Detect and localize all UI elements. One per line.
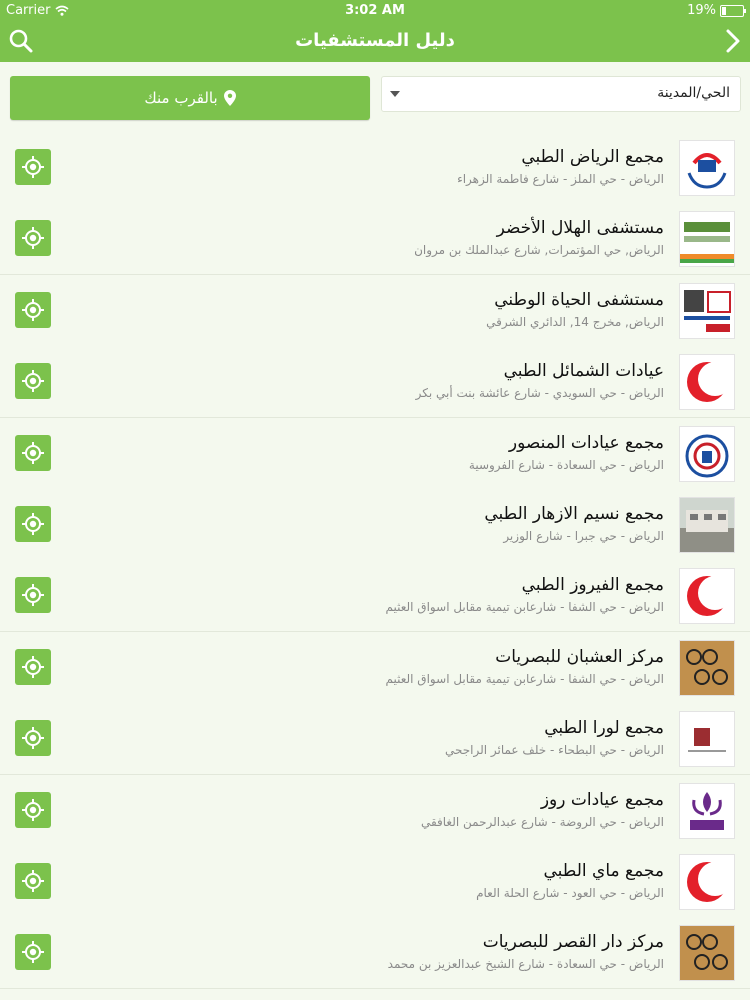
map-locate-button[interactable]	[15, 291, 51, 328]
target-location-icon	[22, 584, 44, 607]
list-item[interactable]: مركز العشبان للبصريات الرياض - حي الشفا …	[0, 631, 750, 704]
list-item[interactable]: مجمع الرياض الطبي الرياض - حي الملز - شا…	[0, 132, 750, 204]
item-name: مجمع الفيروز الطبي	[521, 575, 664, 596]
target-location-icon	[22, 727, 44, 750]
item-logo-rc-hands-logo	[679, 140, 735, 196]
list-item[interactable]: مستشفى الهلال الأخضر الرياض, حي المؤتمرا…	[0, 203, 750, 276]
item-address: الرياض - حي السويدي - شارع عائشة بنت أبي…	[415, 386, 664, 401]
target-location-icon	[22, 513, 44, 535]
target-location-icon	[22, 298, 44, 321]
map-locate-button[interactable]	[15, 934, 51, 971]
map-locate-button[interactable]	[15, 149, 51, 185]
city-select-value: الحي/المدينة	[657, 85, 730, 101]
list-item[interactable]: مجمع ماي الطبي الرياض - حي العود - شارع …	[0, 846, 750, 918]
list-item[interactable]: مركز دار القصر للبصريات الرياض - حي السع…	[0, 917, 750, 990]
list-item[interactable]: عيادات الشمائل الطبي الرياض - حي السويدي…	[0, 346, 750, 419]
location-pin-icon	[223, 90, 236, 106]
item-name: مجمع لورا الطبي	[544, 718, 664, 739]
item-name: مجمع عيادات روز	[540, 789, 664, 810]
item-logo-mansour-logo	[679, 425, 735, 482]
near-me-button[interactable]: بالقرب منك	[10, 76, 370, 120]
item-address: الرياض - حي الشفا - شارعابن تيمية مقابل …	[385, 671, 664, 686]
list-item[interactable]: مجمع لورا الطبي الرياض - حي البطحاء - خل…	[0, 703, 750, 776]
item-logo-hnh-logo	[679, 282, 735, 339]
filter-bar: بالقرب منك الحي/المدينة	[0, 62, 750, 134]
item-logo-red-crescent-logo	[679, 568, 735, 625]
item-name: مركز دار القصر للبصريات	[482, 932, 664, 953]
map-locate-button[interactable]	[15, 577, 51, 614]
map-locate-button[interactable]	[15, 648, 51, 685]
item-name: مركز العشبان للبصريات	[495, 646, 664, 667]
map-locate-button[interactable]	[15, 720, 51, 757]
item-address: الرياض - حي البطحاء - خلف عمائر الراجحي	[444, 743, 664, 758]
nav-bar: دليل المستشفيات	[0, 20, 750, 62]
battery-icon	[720, 4, 746, 17]
target-location-icon	[22, 370, 44, 393]
item-address: الرياض - حي السعادة - شارع الشيخ عبدالعز…	[387, 957, 664, 972]
target-location-icon	[22, 655, 44, 678]
target-location-icon	[22, 441, 44, 464]
item-name: مجمع الرياض الطبي	[521, 147, 664, 167]
item-logo-red-crescent-logo	[679, 354, 735, 411]
target-location-icon	[22, 156, 44, 178]
map-locate-button[interactable]	[15, 791, 51, 828]
item-logo-red-crescent-logo	[679, 854, 735, 910]
list-item[interactable]: مجمع عيادات روز الرياض - حي الروضة - شار…	[0, 774, 750, 847]
item-logo-glasses-photo	[679, 925, 735, 982]
page-title: دليل المستشفيات	[295, 30, 455, 51]
item-address: الرياض - حي العود - شارع الحلة العام	[476, 886, 664, 900]
map-locate-button[interactable]	[15, 506, 51, 542]
battery-info: 19%	[687, 3, 746, 18]
item-name: مجمع نسيم الازهار الطبي	[484, 504, 664, 524]
item-address: الرياض - حي السعادة - شارع الفروسية	[468, 457, 664, 472]
item-logo-building-photo	[679, 497, 735, 553]
item-address: الرياض - حي الروضة - شارع عبدالرحمن الغا…	[420, 814, 664, 829]
map-locate-button[interactable]	[15, 220, 51, 257]
map-locate-button[interactable]	[15, 434, 51, 471]
list-item[interactable]: مجمع نسيم الازهار الطبي الرياض - حي جبرا…	[0, 489, 750, 561]
status-time: 3:02 AM	[345, 3, 405, 18]
battery-percent: 19%	[687, 3, 716, 18]
chevron-right-icon[interactable]	[722, 28, 744, 54]
map-locate-button[interactable]	[15, 363, 51, 400]
item-logo-lora-logo	[679, 711, 735, 768]
item-address: الرياض, حي المؤتمرات, شارع عبدالملك بن م…	[414, 243, 664, 258]
item-name: مجمع ماي الطبي	[543, 861, 664, 881]
list-item[interactable]: مجمع الفيروز الطبي الرياض - حي الشفا - ش…	[0, 560, 750, 633]
map-locate-button[interactable]	[15, 863, 51, 899]
city-district-select[interactable]: الحي/المدينة	[381, 76, 741, 112]
status-bar: Carrier 3:02 AM 19%	[0, 0, 750, 20]
target-location-icon	[22, 870, 44, 892]
target-location-icon	[22, 227, 44, 250]
item-address: الرياض - حي الملز - شارع فاطمة الزهراء	[457, 172, 664, 186]
item-name: مستشفى الحياة الوطني	[494, 289, 664, 310]
caret-down-icon	[390, 91, 400, 97]
list-item[interactable]: مستشفى الحياة الوطني الرياض, مخرج 14, ال…	[0, 274, 750, 347]
target-location-icon	[22, 941, 44, 964]
list-item[interactable]: مجمع عيادات المنصور الرياض - حي السعادة …	[0, 417, 750, 490]
item-name: عيادات الشمائل الطبي	[503, 361, 664, 382]
item-address: الرياض, مخرج 14, الدائري الشرقي	[486, 314, 664, 329]
item-name: مجمع عيادات المنصور	[508, 432, 664, 453]
target-location-icon	[22, 798, 44, 821]
item-logo-glasses-photo	[679, 639, 735, 696]
item-address: الرياض - حي جبرا - شارع الوزير	[503, 529, 664, 543]
item-address: الرياض - حي الشفا - شارعابن تيمية مقابل …	[385, 600, 664, 615]
item-logo-roze-logo	[679, 782, 735, 839]
near-me-label: بالقرب منك	[144, 89, 218, 107]
item-name: مستشفى الهلال الأخضر	[496, 218, 664, 239]
item-logo-green-crescent-logo	[679, 211, 735, 268]
